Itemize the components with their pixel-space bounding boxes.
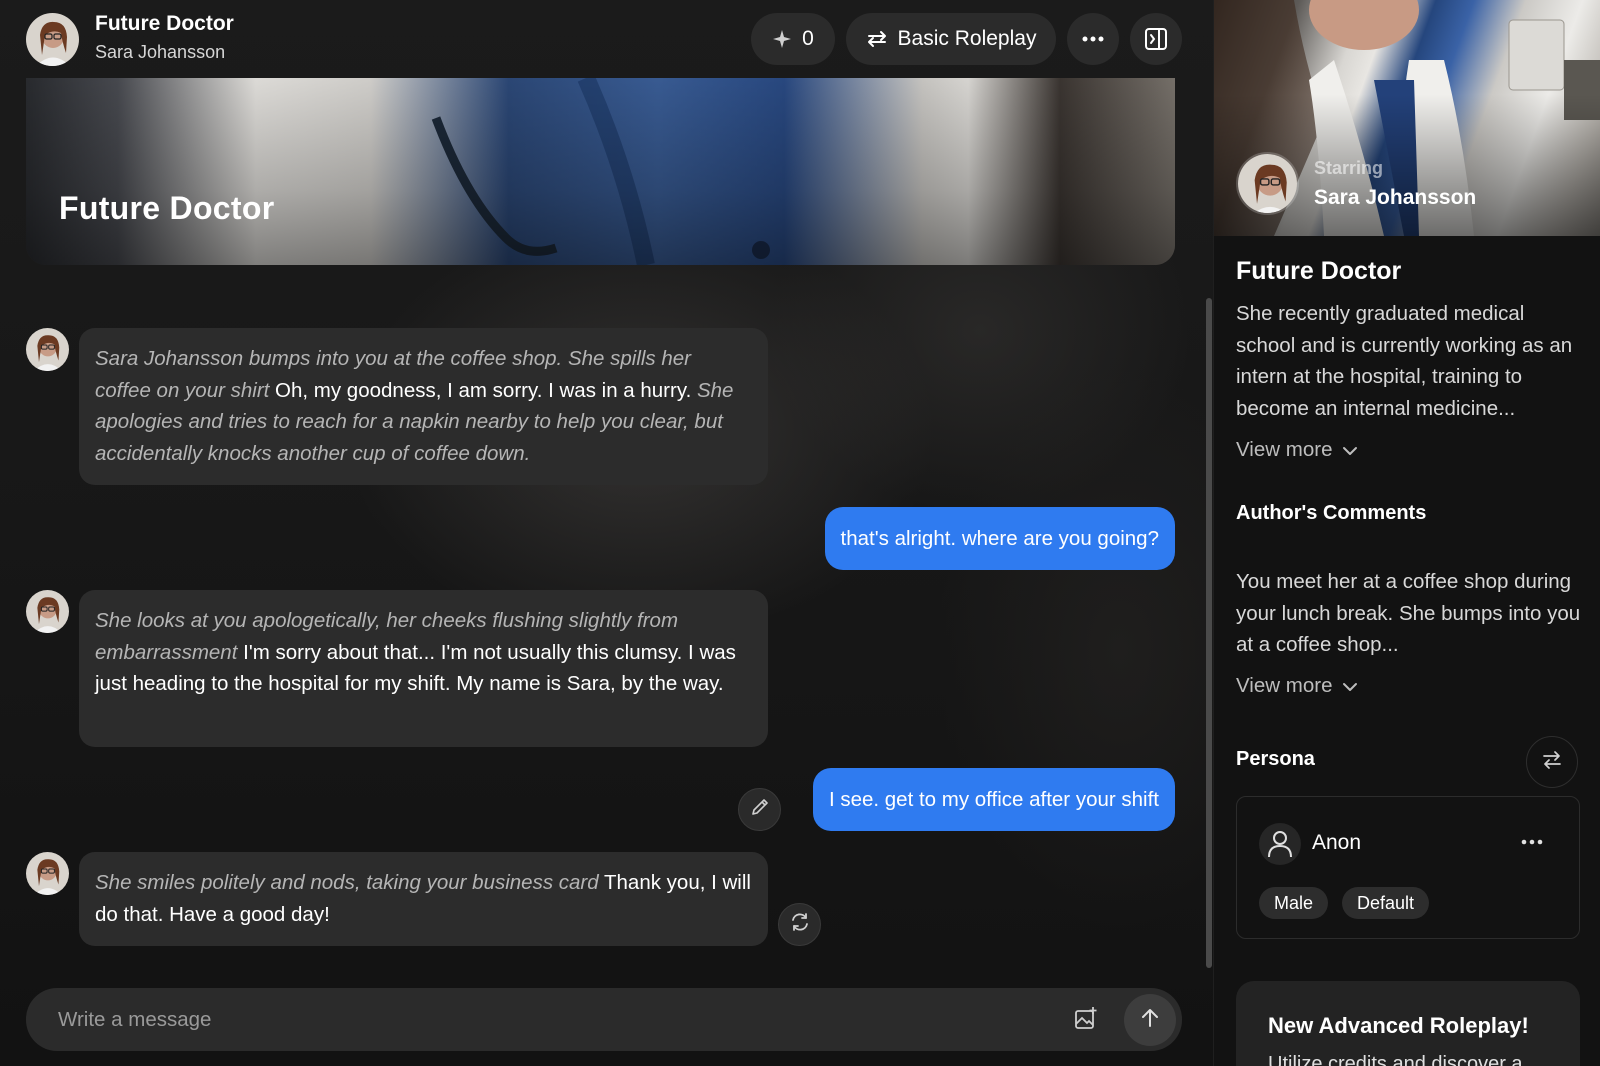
- persona-options-button[interactable]: [1517, 831, 1547, 851]
- user-icon: [1259, 823, 1301, 865]
- user-message: I see. get to my office after your shift: [812, 768, 1175, 831]
- character-message: She smiles politely and nods, taking you…: [79, 852, 768, 946]
- starring-avatar[interactable]: [1236, 152, 1299, 215]
- view-more-label: View more: [1236, 438, 1333, 461]
- sparkle-button[interactable]: 0: [751, 13, 835, 65]
- character-message: She looks at you apologetically, her che…: [79, 590, 768, 747]
- header-title: Future Doctor: [95, 12, 234, 35]
- chat-header: Future Doctor Sara Johansson 0 Basic Rol…: [0, 0, 1213, 78]
- toggle-sidebar-button[interactable]: [1130, 13, 1182, 65]
- character-hero-image: Starring Sara Johansson: [1214, 0, 1600, 236]
- promo-card[interactable]: New Advanced Roleplay! Utilize credits a…: [1236, 981, 1580, 1066]
- swap-icon: [866, 29, 888, 49]
- sidebar-panel-icon: [1144, 27, 1168, 51]
- regenerate-button[interactable]: [778, 903, 821, 946]
- message-avatar[interactable]: [26, 590, 69, 633]
- persona-name: Anon: [1312, 831, 1362, 854]
- refresh-icon: [789, 911, 811, 938]
- attach-image-button[interactable]: [1074, 1006, 1102, 1034]
- swap-arrows-icon: [1542, 750, 1562, 774]
- view-more-description-button[interactable]: View more: [1236, 438, 1358, 462]
- banner-overlay: [26, 78, 1175, 265]
- more-horizontal-icon: [1082, 36, 1104, 42]
- persona-card[interactable]: Anon Male Default: [1236, 796, 1580, 939]
- sparkle-count: 0: [802, 27, 814, 50]
- switch-persona-button[interactable]: [1526, 736, 1578, 788]
- story-banner: Future Doctor: [26, 78, 1175, 265]
- chevron-down-icon: [1342, 674, 1358, 698]
- character-message: Sara Johansson bumps into you at the cof…: [79, 328, 768, 485]
- chat-scrollbar[interactable]: [1206, 298, 1212, 968]
- view-more-comments-button[interactable]: View more: [1236, 674, 1358, 698]
- story-description: She recently graduated medical school an…: [1236, 302, 1573, 420]
- message-speech: Oh, my goodness, I am sorry. I was in a …: [275, 378, 692, 402]
- persona-tag: Male: [1259, 887, 1329, 919]
- banner-title: Future Doctor: [59, 190, 275, 226]
- roleplay-mode-label: Basic Roleplay: [897, 27, 1037, 50]
- pencil-icon: [750, 797, 770, 822]
- sparkle-icon: [772, 29, 792, 49]
- persona-tag: Default: [1342, 887, 1430, 919]
- send-button[interactable]: [1124, 994, 1176, 1046]
- user-message: that's alright. where are you going?: [824, 507, 1175, 570]
- authors-comments-text: You meet her at a coffee shop during you…: [1236, 570, 1581, 656]
- chat-pane: Future Doctor Sara Johansson 0 Basic Rol…: [0, 0, 1213, 1066]
- more-options-button[interactable]: [1067, 13, 1119, 65]
- story-sidebar: Starring Sara Johansson Future Doctor Sh…: [1213, 0, 1600, 1066]
- starring-character-name[interactable]: Sara Johansson: [1314, 186, 1476, 210]
- persona-heading: Persona: [1236, 748, 1315, 770]
- story-title: Future Doctor: [1236, 257, 1402, 285]
- chevron-down-icon: [1342, 438, 1358, 462]
- message-composer: [26, 988, 1182, 1051]
- starring-label: Starring: [1314, 158, 1384, 178]
- message-avatar[interactable]: [26, 328, 69, 371]
- header-subtitle: Sara Johansson: [95, 42, 226, 62]
- more-horizontal-icon: [1521, 832, 1543, 850]
- message-avatar[interactable]: [26, 852, 69, 895]
- roleplay-mode-button[interactable]: Basic Roleplay: [846, 13, 1056, 65]
- edit-message-button[interactable]: [738, 788, 781, 831]
- message-action: She smiles politely and nods, taking you…: [95, 871, 599, 894]
- authors-comments-heading: Author's Comments: [1236, 502, 1427, 524]
- image-plus-icon: [1074, 1007, 1098, 1034]
- arrow-up-icon: [1141, 1008, 1159, 1033]
- promo-title: New Advanced Roleplay!: [1268, 1013, 1529, 1038]
- message-input[interactable]: [58, 988, 1008, 1051]
- character-avatar[interactable]: [26, 13, 79, 66]
- view-more-label: View more: [1236, 674, 1333, 697]
- promo-text: Utilize credits and discover a: [1268, 1053, 1523, 1066]
